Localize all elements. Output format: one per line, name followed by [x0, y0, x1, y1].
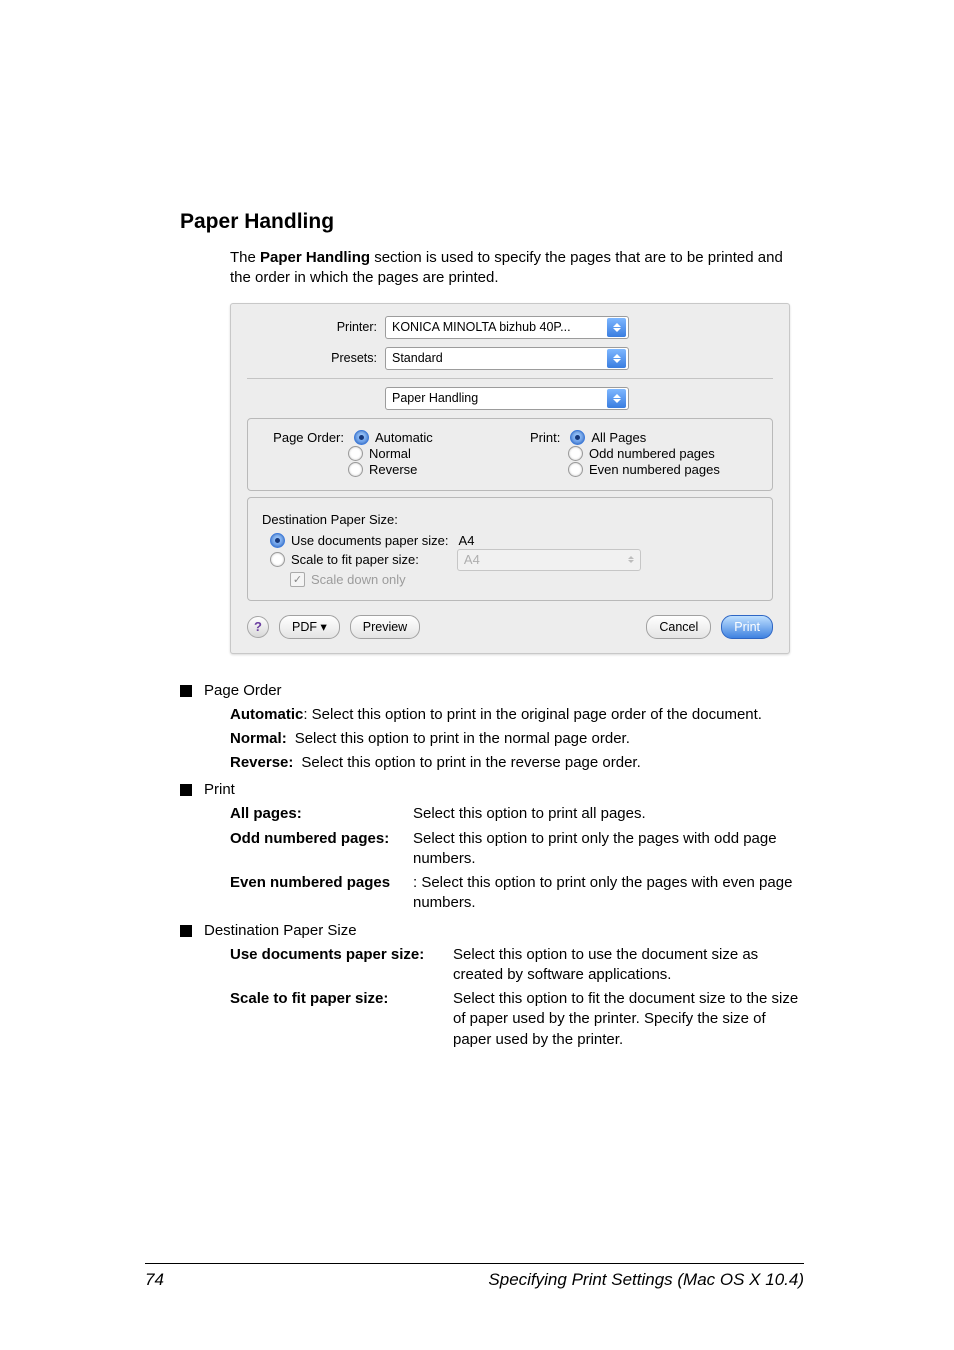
preview-button[interactable]: Preview	[350, 615, 420, 639]
chevron-updown-icon	[607, 318, 626, 337]
dps-section-title: Destination Paper Size	[204, 922, 357, 939]
print-button[interactable]: Print	[721, 615, 773, 639]
printer-label: Printer:	[247, 320, 385, 334]
normal-def-label: Normal	[230, 730, 282, 747]
automatic-def-label: Automatic	[230, 706, 303, 723]
dps-scale-label: Scale to fit paper size:	[291, 552, 419, 567]
print-dialog: Printer: KONICA MINOLTA bizhub 40P... Pr…	[230, 303, 790, 654]
pr-odd: Odd numbered pages	[589, 446, 715, 461]
page-order-label: Page Order:	[260, 430, 348, 445]
radio-even-pages[interactable]	[568, 462, 583, 477]
dps-title: Destination Paper Size:	[262, 512, 760, 527]
page-footer: 74 Specifying Print Settings (Mac OS X 1…	[145, 1263, 804, 1290]
bullet-icon	[180, 784, 192, 796]
even-def-label: Even numbered pages	[230, 874, 390, 891]
bullet-icon	[180, 925, 192, 937]
help-button[interactable]: ?	[247, 616, 269, 638]
normal-def-text: Select this option to print in the norma…	[295, 729, 630, 749]
radio-scale-to-fit[interactable]	[270, 552, 285, 567]
reverse-def-label: Reverse	[230, 754, 288, 771]
page-number: 74	[145, 1270, 164, 1290]
scale-fit-def-label: Scale to fit paper size	[230, 990, 383, 1007]
chevron-updown-icon	[607, 389, 626, 408]
dps-use-value: A4	[459, 533, 475, 548]
all-def-label: All pages	[230, 805, 297, 822]
pr-even: Even numbered pages	[589, 462, 720, 477]
printer-value: KONICA MINOLTA bizhub 40P...	[392, 320, 571, 334]
chevron-updown-icon	[607, 349, 626, 368]
checkbox-scale-down: ✓	[290, 572, 305, 587]
bullet-icon	[180, 685, 192, 697]
scale-fit-def-text: Select this option to fit the document s…	[453, 989, 804, 1050]
even-def-text: : Select this option to print only the p…	[413, 873, 804, 914]
presets-label: Presets:	[247, 351, 385, 365]
cancel-button[interactable]: Cancel	[646, 615, 711, 639]
radio-use-doc-size[interactable]	[270, 533, 285, 548]
chevron-updown-icon	[628, 556, 634, 563]
section-heading: Paper Handling	[180, 210, 804, 234]
use-doc-def-label: Use documents paper size	[230, 946, 419, 963]
radio-all-pages[interactable]	[570, 430, 585, 445]
pdf-label: PDF ▾	[292, 619, 327, 634]
use-doc-def-text: Select this option to use the document s…	[453, 945, 804, 986]
pr-all: All Pages	[591, 430, 646, 445]
dps-scaledown: Scale down only	[311, 572, 406, 587]
section-combo[interactable]: Paper Handling	[385, 387, 629, 410]
page-order-title: Page Order	[204, 682, 282, 699]
radio-automatic[interactable]	[354, 430, 369, 445]
all-def-text: Select this option to print all pages.	[413, 804, 646, 824]
scale-paper-combo: A4	[457, 549, 641, 571]
dps-scale-value: A4	[464, 552, 480, 567]
po-automatic: Automatic	[375, 430, 433, 445]
print-title: Print	[204, 781, 235, 798]
footer-title: Specifying Print Settings (Mac OS X 10.4…	[164, 1270, 804, 1290]
radio-reverse[interactable]	[348, 462, 363, 477]
printer-combo[interactable]: KONICA MINOLTA bizhub 40P...	[385, 316, 629, 339]
section-value: Paper Handling	[392, 391, 478, 405]
automatic-def-text: : Select this option to print in the ori…	[303, 706, 762, 723]
pdf-button[interactable]: PDF ▾	[279, 615, 340, 639]
presets-value: Standard	[392, 351, 443, 365]
presets-combo[interactable]: Standard	[385, 347, 629, 370]
destination-fieldset: Destination Paper Size: Use documents pa…	[247, 497, 773, 601]
dps-use-label: Use documents paper size:	[291, 533, 449, 548]
radio-normal[interactable]	[348, 446, 363, 461]
intro-text: The Paper Handling section is used to sp…	[230, 248, 804, 289]
intro-a: The	[230, 249, 260, 266]
odd-def-text: Select this option to print only the pag…	[413, 829, 804, 870]
separator	[247, 378, 773, 379]
intro-bold: Paper Handling	[260, 249, 370, 266]
po-normal: Normal	[369, 446, 411, 461]
reverse-def-text: Select this option to print in the rever…	[301, 753, 640, 773]
print-label: Print:	[530, 430, 564, 445]
odd-def-label: Odd numbered pages	[230, 830, 384, 847]
po-reverse: Reverse	[369, 462, 417, 477]
options-fieldset: Page Order: Automatic Normal Reverse	[247, 418, 773, 491]
radio-odd-pages[interactable]	[568, 446, 583, 461]
